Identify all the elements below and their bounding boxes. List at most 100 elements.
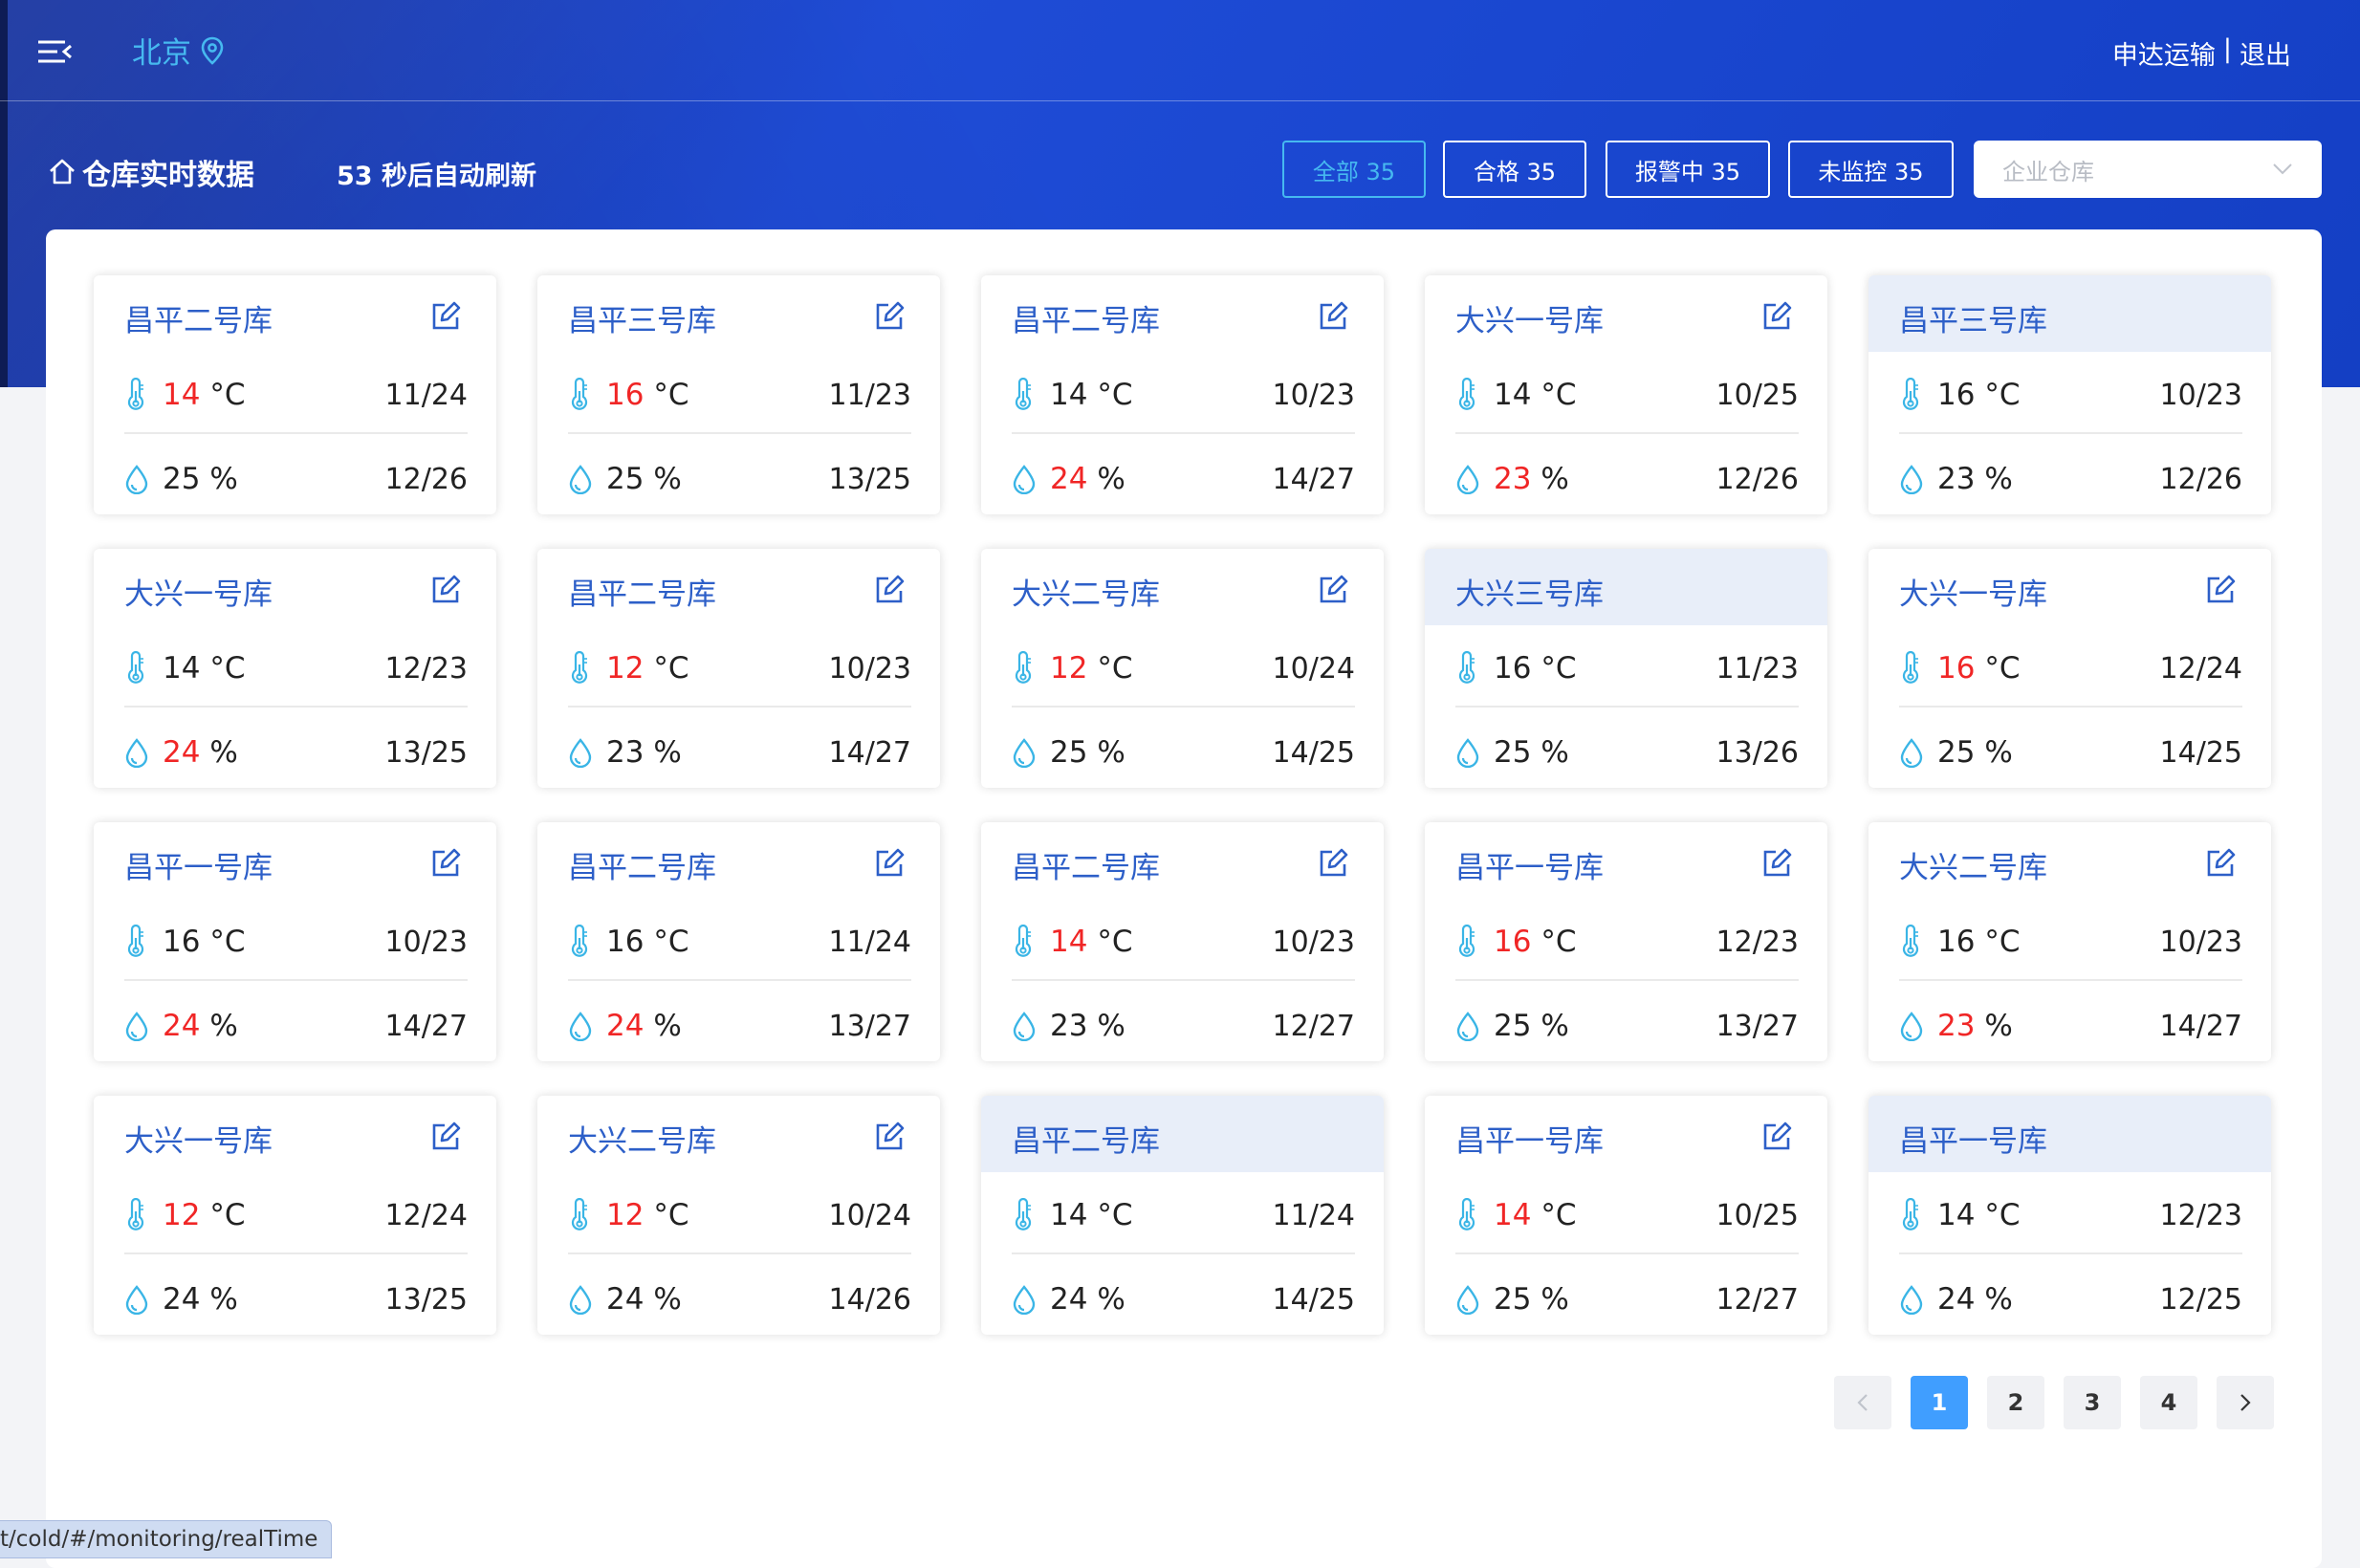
humidity-row: 23 % 12/26	[1899, 455, 2242, 503]
warehouse-select[interactable]: 企业仓库	[1974, 141, 2322, 198]
filter-pass-button[interactable]: 合格 35	[1443, 141, 1586, 198]
warehouse-name[interactable]: 大兴二号库	[1899, 843, 2047, 886]
humidity-number: 24	[1050, 1282, 1088, 1317]
humidity-range: 13/27	[1715, 1009, 1799, 1043]
card-header: 大兴二号库	[1868, 822, 2271, 899]
thermometer-icon	[1012, 924, 1038, 960]
edit-icon[interactable]	[2204, 574, 2237, 606]
edit-icon[interactable]	[429, 574, 462, 606]
warehouse-card[interactable]: 昌平二号库 14 °C 10/23 23 % 12/27	[981, 822, 1384, 1061]
edit-icon[interactable]	[873, 847, 906, 880]
humidity-row: 24 % 14/26	[568, 1275, 911, 1323]
warehouse-name[interactable]: 昌平二号库	[1012, 296, 1160, 339]
edit-icon[interactable]	[873, 1121, 906, 1153]
logout-link[interactable]: 退出	[2240, 34, 2291, 72]
humidity-number: 23	[606, 735, 645, 770]
page-button[interactable]: 2	[1987, 1376, 2044, 1429]
warehouse-name[interactable]: 昌平一号库	[1455, 843, 1604, 886]
warehouse-name[interactable]: 大兴一号库	[1455, 296, 1604, 339]
warehouse-card[interactable]: 大兴一号库 14 °C 10/25 23 % 12/26	[1425, 275, 1827, 514]
chevron-left-icon[interactable]	[1834, 1376, 1891, 1429]
warehouse-name[interactable]: 大兴一号库	[124, 1117, 273, 1160]
filter-alarm-button[interactable]: 报警中 35	[1606, 141, 1770, 198]
page-button[interactable]: 3	[2064, 1376, 2121, 1429]
humidity-value: 23 %	[606, 735, 682, 770]
warehouse-name[interactable]: 大兴二号库	[568, 1117, 716, 1160]
warehouse-name[interactable]: 昌平一号库	[1899, 1117, 2047, 1160]
warehouse-name[interactable]: 昌平三号库	[1899, 296, 2047, 339]
humidity-unit: %	[1984, 1282, 2013, 1317]
warehouse-card[interactable]: 昌平二号库 14 °C 10/23 24 % 14/27	[981, 275, 1384, 514]
city-selector[interactable]: 北京	[132, 29, 224, 72]
edit-icon[interactable]	[873, 574, 906, 606]
warehouse-name[interactable]: 大兴三号库	[1455, 570, 1604, 613]
thermometer-icon	[1899, 377, 1926, 413]
card-header: 大兴一号库	[94, 1096, 496, 1172]
temperature-unit: °C	[1984, 378, 2021, 412]
filter-all-button[interactable]: 全部 35	[1282, 141, 1426, 198]
warehouse-card[interactable]: 昌平一号库 16 °C 12/23 25 % 13/27	[1425, 822, 1827, 1061]
humidity-range: 14/26	[828, 1282, 911, 1317]
edit-icon[interactable]	[429, 847, 462, 880]
warehouse-name[interactable]: 大兴二号库	[1012, 570, 1160, 613]
warehouse-name[interactable]: 大兴一号库	[1899, 570, 2047, 613]
warehouse-name[interactable]: 大兴一号库	[124, 570, 273, 613]
humidity-unit: %	[1984, 462, 2013, 496]
temperature-value: 16 °C	[1937, 378, 2020, 412]
edit-icon[interactable]	[1760, 847, 1793, 880]
warehouse-name[interactable]: 昌平二号库	[1012, 843, 1160, 886]
humidity-value: 24 %	[163, 1009, 238, 1043]
card-header: 昌平二号库	[981, 822, 1384, 899]
edit-icon[interactable]	[1317, 300, 1349, 333]
warehouse-card[interactable]: 大兴二号库 12 °C 10/24 24 % 14/26	[537, 1096, 940, 1335]
temperature-range: 11/24	[384, 378, 468, 412]
warehouse-card[interactable]: 大兴二号库 12 °C 10/24 25 % 14/25	[981, 549, 1384, 788]
warehouse-card[interactable]: 昌平二号库 14 °C 11/24 24 % 14/25	[981, 1096, 1384, 1335]
warehouse-card[interactable]: 昌平二号库 14 °C 11/24 25 % 12/26	[94, 275, 496, 514]
warehouse-card[interactable]: 昌平一号库 16 °C 10/23 24 % 14/27	[94, 822, 496, 1061]
filter-unmonitored-button[interactable]: 未监控 35	[1788, 141, 1954, 198]
warehouse-card[interactable]: 大兴三号库 16 °C 11/23 25 % 13/26	[1425, 549, 1827, 788]
warehouse-name[interactable]: 昌平一号库	[1455, 1117, 1604, 1160]
warehouse-card[interactable]: 昌平一号库 14 °C 10/25 25 % 12/27	[1425, 1096, 1827, 1335]
warehouse-name[interactable]: 昌平一号库	[124, 843, 273, 886]
warehouse-name[interactable]: 昌平二号库	[568, 570, 716, 613]
warehouse-name[interactable]: 昌平三号库	[568, 296, 716, 339]
thermometer-icon	[1455, 924, 1482, 960]
warehouse-card[interactable]: 大兴一号库 14 °C 12/23 24 % 13/25	[94, 549, 496, 788]
card-header: 大兴二号库	[981, 549, 1384, 625]
humidity-value: 24 %	[163, 735, 238, 770]
temperature-value: 12 °C	[606, 651, 688, 686]
edit-icon[interactable]	[1760, 1121, 1793, 1153]
edit-icon[interactable]	[1317, 574, 1349, 606]
card-header: 昌平一号库	[1868, 1096, 2271, 1172]
humidity-range: 13/25	[384, 735, 468, 770]
edit-icon[interactable]	[1760, 300, 1793, 333]
warehouse-card[interactable]: 大兴一号库 12 °C 12/24 24 % 13/25	[94, 1096, 496, 1335]
user-name[interactable]: 申达运输	[2112, 34, 2216, 72]
warehouse-name[interactable]: 昌平二号库	[568, 843, 716, 886]
temperature-unit: °C	[653, 925, 689, 959]
edit-icon[interactable]	[2204, 847, 2237, 880]
edit-icon[interactable]	[429, 1121, 462, 1153]
page-button[interactable]: 4	[2140, 1376, 2197, 1429]
warehouse-name[interactable]: 昌平二号库	[124, 296, 273, 339]
warehouse-card[interactable]: 昌平二号库 12 °C 10/23 23 % 14/27	[537, 549, 940, 788]
menu-toggle-icon[interactable]	[36, 36, 75, 67]
page-button[interactable]: 1	[1911, 1376, 1968, 1429]
edit-icon[interactable]	[1317, 847, 1349, 880]
warehouse-card[interactable]: 昌平二号库 16 °C 11/24 24 % 13/27	[537, 822, 940, 1061]
temperature-row: 14 °C 10/23	[1012, 918, 1355, 966]
edit-icon[interactable]	[873, 300, 906, 333]
chevron-right-icon[interactable]	[2217, 1376, 2274, 1429]
warehouse-name[interactable]: 昌平二号库	[1012, 1117, 1160, 1160]
warehouse-card[interactable]: 昌平三号库 16 °C 10/23 23 % 12/26	[1868, 275, 2271, 514]
warehouse-card[interactable]: 昌平一号库 14 °C 12/23 24 % 12/25	[1868, 1096, 2271, 1335]
warehouse-card[interactable]: 大兴二号库 16 °C 10/23 23 % 14/27	[1868, 822, 2271, 1061]
temperature-number: 14	[163, 378, 201, 412]
warehouse-card[interactable]: 大兴一号库 16 °C 12/24 25 % 14/25	[1868, 549, 2271, 788]
edit-icon[interactable]	[429, 300, 462, 333]
humidity-row: 24 % 14/27	[1012, 455, 1355, 503]
humidity-unit: %	[1984, 735, 2013, 770]
warehouse-card[interactable]: 昌平三号库 16 °C 11/23 25 % 13/25	[537, 275, 940, 514]
